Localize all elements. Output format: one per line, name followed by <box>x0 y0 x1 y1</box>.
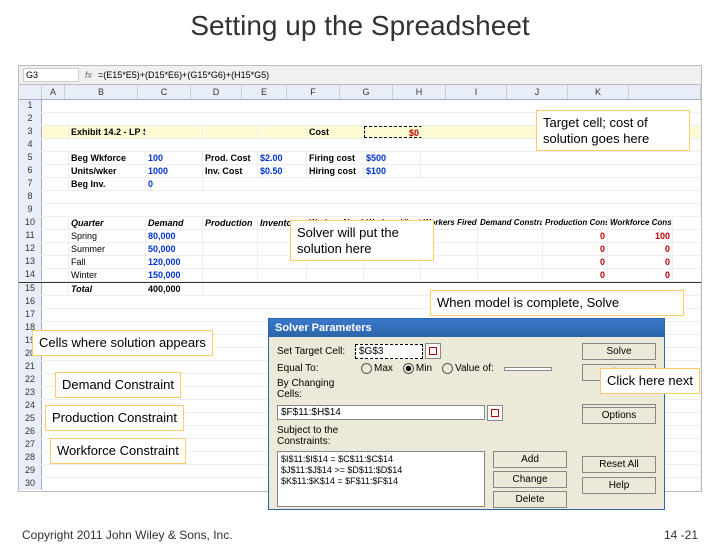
change-button[interactable]: Change <box>493 471 567 488</box>
delete-button[interactable]: Delete <box>493 491 567 508</box>
callout-demand-constraint: Demand Constraint <box>55 372 181 398</box>
options-button[interactable]: Options <box>582 407 656 424</box>
add-button[interactable]: Add <box>493 451 567 468</box>
name-box[interactable]: G3 <box>23 68 79 82</box>
callout-click-next: Click here next <box>600 368 700 394</box>
help-button[interactable]: Help <box>582 477 656 494</box>
changing-cells-input[interactable]: $F$11:$H$14 <box>277 405 485 420</box>
label-by-changing: By Changing Cells: <box>277 378 355 400</box>
formula-bar: G3 fx =(E15*E5)+(D15*E6)+(G15*G6)+(H15*G… <box>19 66 701 85</box>
formula-text: =(E15*E5)+(D15*E6)+(G15*G6)+(H15*G5) <box>98 70 269 80</box>
radio-min[interactable]: Min <box>403 363 432 374</box>
solve-button[interactable]: Solve <box>582 343 656 360</box>
ref-picker-icon[interactable] <box>425 343 441 359</box>
dialog-title: Solver Parameters <box>269 319 664 337</box>
callout-production-constraint: Production Constraint <box>45 405 184 431</box>
fx-label: fx <box>85 70 92 80</box>
value-of-input[interactable] <box>504 367 552 371</box>
radio-value-of[interactable]: Value of: <box>442 363 494 374</box>
callout-cells-solution: Cells where solution appears <box>32 330 213 356</box>
label-set-target: Set Target Cell: <box>277 346 355 357</box>
ref-picker-icon[interactable] <box>487 405 503 421</box>
radio-max[interactable]: Max <box>361 363 393 374</box>
label-equal-to: Equal To: <box>277 363 355 374</box>
callout-solver-solution: Solver will put the solution here <box>290 220 434 261</box>
solver-dialog: Solver Parameters Set Target Cell: $G$3 … <box>268 318 665 510</box>
callout-workforce-constraint: Workforce Constraint <box>50 438 186 464</box>
label-subject-to: Subject to the Constraints: <box>277 425 355 447</box>
column-headers: A B C D E F G H I J K <box>19 85 701 100</box>
target-cell: $0 <box>364 126 422 138</box>
reset-button[interactable]: Reset All <box>582 456 656 473</box>
callout-target-cell: Target cell; cost of solution goes here <box>536 110 690 151</box>
callout-when-complete: When model is complete, Solve <box>430 290 684 316</box>
target-cell-input[interactable]: $G$3 <box>355 344 423 359</box>
slide-title: Setting up the Spreadsheet <box>0 10 720 42</box>
constraints-list[interactable]: $I$11:$I$14 = $C$11:$C$14 $J$11:$J$14 >=… <box>277 451 485 507</box>
